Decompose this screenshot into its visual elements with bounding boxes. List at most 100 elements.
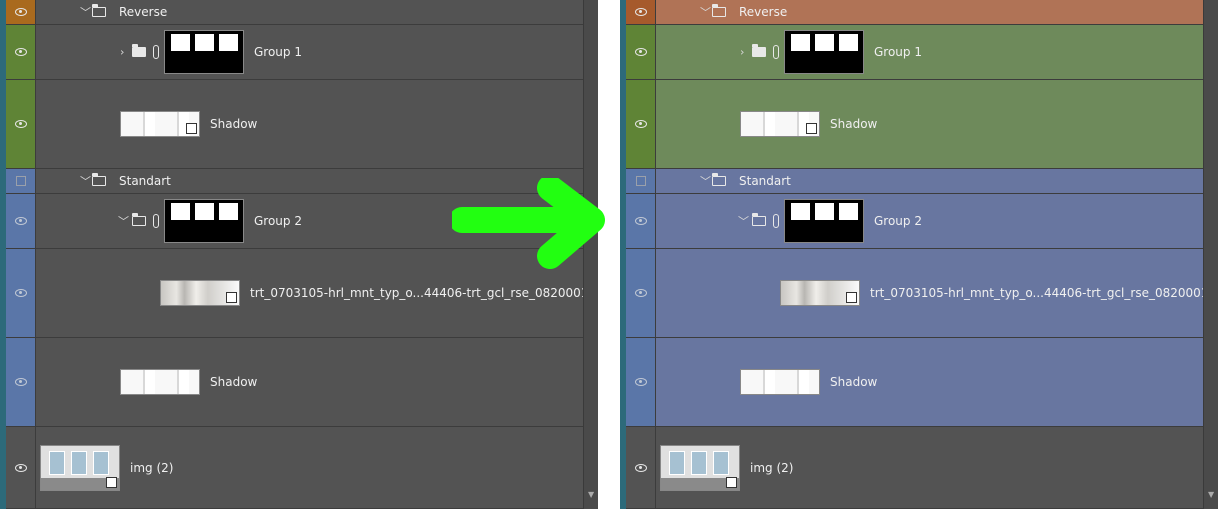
chevron-down-icon[interactable]: ﹀ (80, 4, 91, 20)
scroll-down-icon[interactable]: ▼ (588, 490, 594, 499)
layer-name: trt_0703105-hrl_mnt_typ_o...44406-trt_gc… (870, 286, 1209, 300)
chevron-down-icon[interactable]: ﹀ (738, 213, 749, 229)
chevron-right-icon[interactable]: › (740, 46, 744, 59)
chevron-down-icon[interactable]: ﹀ (700, 173, 711, 189)
layer-mask-thumbnail[interactable] (784, 30, 864, 74)
layer-row-standart[interactable]: ﹀ Standart (626, 169, 1203, 194)
layer-row-shadow[interactable]: Shadow (6, 80, 583, 169)
layer-row-shadow[interactable]: Shadow (626, 80, 1203, 169)
scrollbar[interactable]: ▼ (1203, 0, 1218, 509)
layer-name: Shadow (210, 117, 258, 131)
eye-icon[interactable] (15, 217, 27, 225)
layer-row-group-2[interactable]: ﹀ Group 2 (626, 194, 1203, 249)
visibility-toggle[interactable] (6, 194, 36, 248)
layer-mask-thumbnail[interactable] (164, 199, 244, 243)
smart-object-icon (226, 292, 237, 303)
smart-object-icon (106, 476, 117, 488)
chevron-down-icon[interactable]: ﹀ (80, 173, 91, 189)
layer-row-shadow[interactable]: Shadow (6, 338, 583, 427)
eye-icon[interactable] (635, 463, 647, 472)
layer-name: Standart (119, 174, 171, 188)
smart-object-icon (846, 292, 857, 303)
layer-name: Group 1 (874, 45, 922, 59)
eye-icon[interactable] (635, 48, 647, 56)
hidden-visibility-box[interactable] (636, 176, 646, 186)
eye-icon[interactable] (15, 289, 27, 297)
layer-thumbnail[interactable] (120, 369, 200, 395)
visibility-toggle[interactable] (6, 169, 36, 193)
layer-name: img (2) (750, 460, 794, 475)
layer-thumbnail[interactable] (740, 111, 820, 137)
layer-row-trt[interactable]: trt_0703105-hrl_mnt_typ_o...44406-trt_gc… (626, 249, 1208, 338)
chevron-down-icon[interactable]: ﹀ (118, 213, 129, 229)
layer-row-reverse[interactable]: ﹀ Reverse (626, 0, 1203, 25)
layer-row-img[interactable]: img (2) (626, 427, 1203, 509)
layer-row-group-1[interactable]: › Group 1 (6, 25, 583, 80)
visibility-toggle[interactable] (626, 249, 656, 337)
folder-icon (712, 173, 726, 186)
link-icon[interactable] (773, 214, 779, 228)
folder-icon (752, 44, 766, 57)
link-icon[interactable] (153, 45, 159, 59)
visibility-toggle[interactable] (6, 0, 36, 24)
layer-thumbnail[interactable] (120, 111, 200, 137)
layer-name: Standart (739, 174, 791, 188)
layer-row-img[interactable]: img (2) (6, 427, 583, 509)
layer-name: Shadow (830, 117, 878, 131)
layer-name: Shadow (210, 375, 258, 389)
layer-name: img (2) (130, 460, 174, 475)
layer-thumbnail[interactable] (660, 444, 740, 491)
eye-icon[interactable] (635, 8, 647, 16)
eye-icon[interactable] (635, 378, 647, 386)
eye-icon[interactable] (635, 120, 647, 128)
layer-name: Reverse (739, 5, 788, 19)
eye-icon[interactable] (15, 378, 27, 386)
smart-object-icon (806, 123, 817, 134)
arrow-right-icon (452, 178, 605, 269)
visibility-toggle[interactable] (626, 80, 656, 168)
eye-icon[interactable] (15, 120, 27, 128)
visibility-toggle[interactable] (6, 249, 36, 337)
visibility-toggle[interactable] (626, 194, 656, 248)
visibility-toggle[interactable] (6, 80, 36, 168)
layers-panel-after: ﹀ Reverse › Group 1 Shadow ﹀ Standart ﹀ … (620, 0, 1218, 509)
layers-list: ﹀ Reverse › Group 1 Shadow ﹀ Standart ﹀ … (626, 0, 1208, 509)
visibility-toggle[interactable] (626, 169, 656, 193)
layer-name: Group 1 (254, 45, 302, 59)
link-icon[interactable] (773, 45, 779, 59)
smart-object-icon (726, 476, 737, 488)
chevron-right-icon[interactable]: › (120, 46, 124, 59)
visibility-toggle[interactable] (6, 338, 36, 426)
link-icon[interactable] (153, 214, 159, 228)
folder-icon (92, 173, 106, 186)
visibility-toggle[interactable] (626, 25, 656, 79)
visibility-toggle[interactable] (6, 25, 36, 79)
visibility-toggle[interactable] (626, 427, 656, 508)
layer-row-reverse[interactable]: ﹀ Reverse (6, 0, 583, 25)
visibility-toggle[interactable] (626, 0, 656, 24)
layer-row-group-1[interactable]: › Group 1 (626, 25, 1203, 80)
visibility-toggle[interactable] (6, 427, 36, 508)
layer-mask-thumbnail[interactable] (164, 30, 244, 74)
scroll-down-icon[interactable]: ▼ (1208, 490, 1214, 499)
layer-thumbnail[interactable] (40, 444, 120, 491)
layer-thumbnail[interactable] (780, 280, 860, 306)
eye-icon[interactable] (635, 217, 647, 225)
eye-icon[interactable] (15, 8, 27, 16)
layer-thumbnail[interactable] (740, 369, 820, 395)
hidden-visibility-box[interactable] (16, 176, 26, 186)
visibility-toggle[interactable] (626, 338, 656, 426)
layer-row-shadow[interactable]: Shadow (626, 338, 1203, 427)
folder-icon (132, 213, 146, 226)
folder-icon (752, 213, 766, 226)
layer-mask-thumbnail[interactable] (784, 199, 864, 243)
layer-name: Shadow (830, 375, 878, 389)
layer-thumbnail[interactable] (160, 280, 240, 306)
eye-icon[interactable] (15, 48, 27, 56)
chevron-down-icon[interactable]: ﹀ (700, 4, 711, 20)
layer-name: trt_0703105-hrl_mnt_typ_o...44406-trt_gc… (250, 286, 589, 300)
eye-icon[interactable] (635, 289, 647, 297)
folder-icon (92, 4, 106, 17)
folder-icon (132, 44, 146, 57)
eye-icon[interactable] (15, 463, 27, 472)
